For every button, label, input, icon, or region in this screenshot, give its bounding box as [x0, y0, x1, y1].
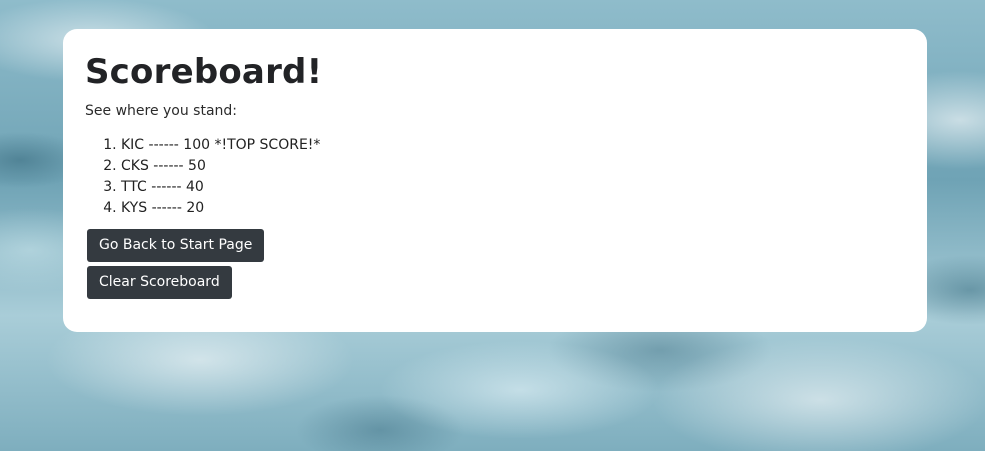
list-item: KYS ------ 20: [121, 198, 905, 219]
clear-scoreboard-button[interactable]: Clear Scoreboard: [87, 266, 232, 299]
go-back-button[interactable]: Go Back to Start Page: [87, 229, 265, 262]
subtitle: See where you stand:: [85, 103, 238, 119]
list-item: KIC ------ 100 *!TOP SCORE!*: [121, 135, 905, 156]
page-title: Scoreboard!: [85, 52, 323, 92]
score-list: KIC ------ 100 *!TOP SCORE!* CKS ------ …: [85, 135, 905, 219]
scoreboard-card: Scoreboard! See where you stand: KIC ---…: [63, 29, 927, 332]
list-item: CKS ------ 50: [121, 156, 905, 177]
list-item: TTC ------ 40: [121, 177, 905, 198]
